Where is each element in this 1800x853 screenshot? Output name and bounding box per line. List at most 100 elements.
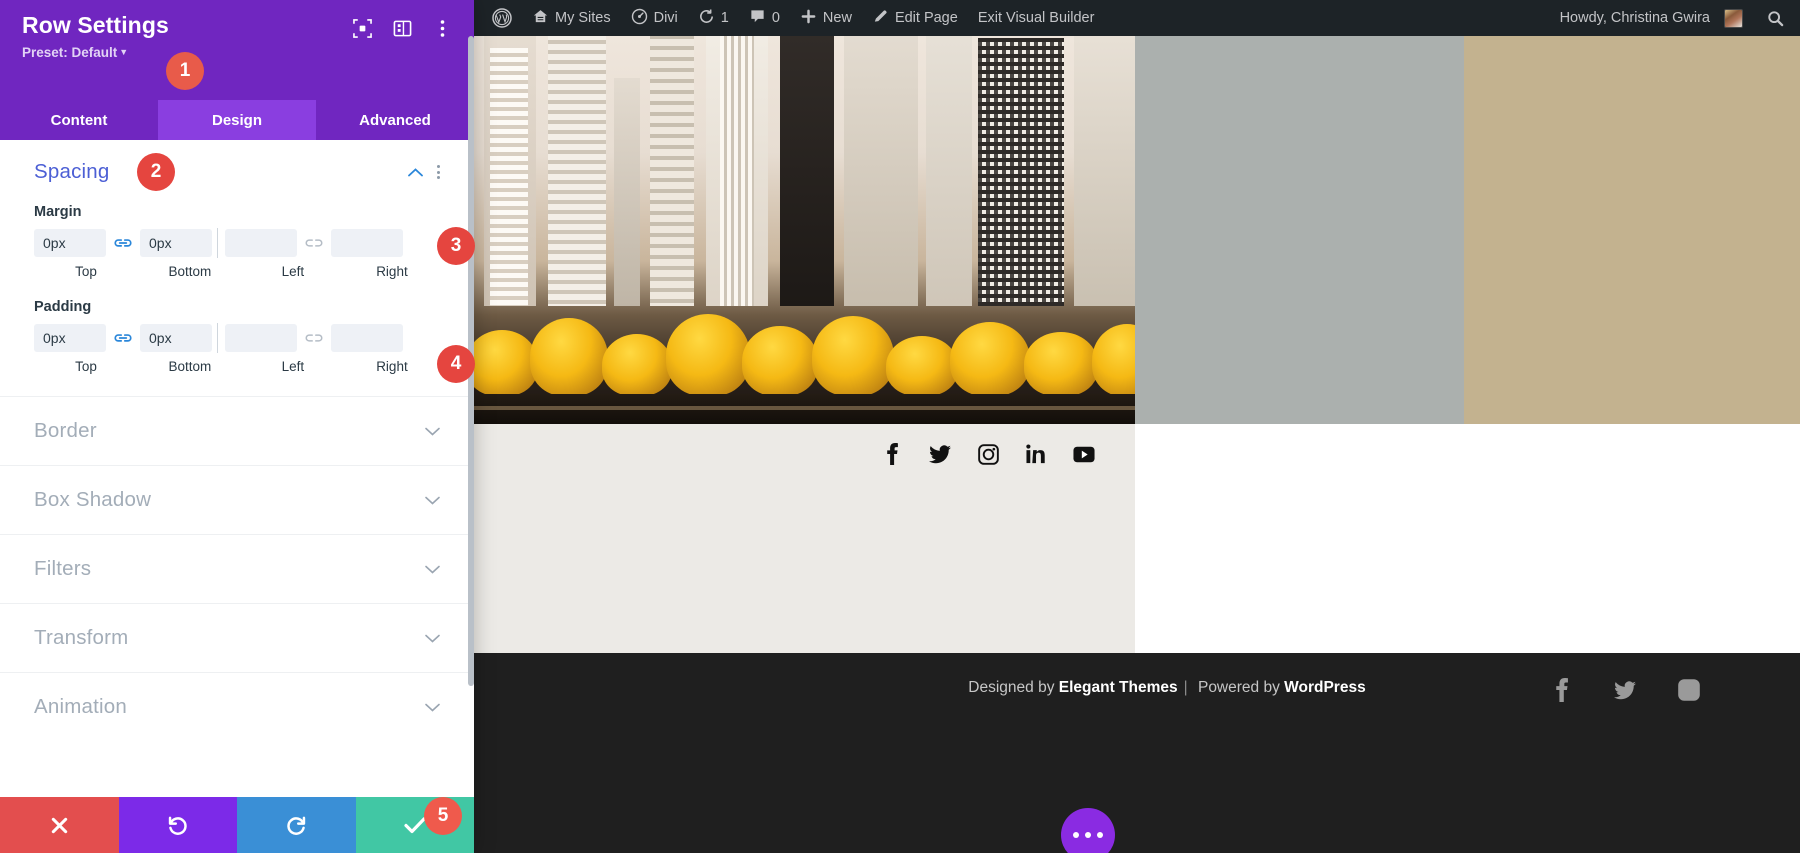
padding-left-input[interactable] <box>225 324 297 352</box>
tab-advanced[interactable]: Advanced <box>316 100 474 140</box>
undo-button[interactable] <box>119 797 238 853</box>
section-filters[interactable]: Filters <box>0 534 474 603</box>
padding-left-label: Left <box>242 359 344 374</box>
field-divider <box>217 228 218 258</box>
twitter-icon[interactable] <box>929 443 951 465</box>
check-icon <box>404 816 426 834</box>
column-tan[interactable] <box>1464 36 1800 424</box>
section-options-icon[interactable] <box>437 165 440 179</box>
margin-right-input[interactable] <box>331 229 403 257</box>
hero-social-follow-row <box>474 424 1135 484</box>
wp-admin-bar: My Sites Divi <box>474 0 1800 36</box>
callout-badge-2: 2 <box>137 153 175 191</box>
avatar <box>1724 9 1743 28</box>
chevron-down-icon <box>425 631 440 646</box>
wordpress-logo-icon[interactable] <box>482 0 522 36</box>
section-animation[interactable]: Animation <box>0 672 474 741</box>
facebook-icon[interactable] <box>1550 679 1572 701</box>
section-box-shadow[interactable]: Box Shadow <box>0 465 474 534</box>
preset-selector[interactable]: Preset: Default▼ <box>22 45 169 60</box>
howdy-label: Howdy, Christina Gwira <box>1560 0 1710 36</box>
section-border[interactable]: Border <box>0 396 474 465</box>
tab-design[interactable]: Design <box>158 100 316 140</box>
plus-icon <box>800 8 817 29</box>
margin-left-input[interactable] <box>225 229 297 257</box>
callout-badge-5: 5 <box>424 797 462 835</box>
padding-bottom-label: Bottom <box>138 359 242 374</box>
admin-bar-comments[interactable]: 0 <box>739 0 790 36</box>
admin-bar-edit-page[interactable]: Edit Page <box>862 0 968 36</box>
divi-menu-fab[interactable] <box>1061 808 1115 853</box>
twitter-icon[interactable] <box>1614 679 1636 701</box>
youtube-icon[interactable] <box>1073 443 1095 465</box>
chevron-up-icon[interactable] <box>408 166 423 179</box>
row-settings-panel: Row Settings Preset: Default▼ <box>0 0 474 853</box>
pencil-icon <box>872 8 889 29</box>
callout-badge-1: 1 <box>166 52 204 90</box>
undo-icon <box>167 815 188 836</box>
site-footer: Designed by Elegant Themes| Powered by W… <box>474 653 1800 853</box>
tab-content[interactable]: Content <box>0 100 158 140</box>
margin-top-input[interactable] <box>34 229 106 257</box>
section-border-label: Border <box>34 419 97 443</box>
powered-by-brand[interactable]: WordPress <box>1284 679 1366 696</box>
updates-count: 1 <box>721 0 729 36</box>
redo-button[interactable] <box>237 797 356 853</box>
margin-top-bottom-link-icon[interactable] <box>106 237 140 250</box>
caret-down-icon: ▼ <box>119 47 128 57</box>
padding-top-bottom-link-icon[interactable] <box>106 332 140 345</box>
margin-left-label: Left <box>242 264 344 279</box>
callout-badge-3: 3 <box>437 227 475 265</box>
comments-count: 0 <box>772 0 780 36</box>
admin-bar-account[interactable]: Howdy, Christina Gwira <box>1550 0 1753 36</box>
panel-body: Spacing Margin <box>0 140 474 797</box>
credit-separator: | <box>1184 679 1188 696</box>
admin-bar-updates[interactable]: 1 <box>688 0 739 36</box>
callout-badge-4: 4 <box>437 345 475 383</box>
facebook-icon[interactable] <box>881 443 903 465</box>
layout-panel-icon[interactable] <box>392 18 412 38</box>
padding-left-right-link-icon[interactable] <box>297 332 331 345</box>
admin-bar-divi[interactable]: Divi <box>621 0 688 36</box>
panel-title: Row Settings <box>22 12 169 40</box>
margin-field-group: Margin <box>34 204 440 279</box>
footer-social-row <box>1550 679 1700 701</box>
margin-left-right-link-icon[interactable] <box>297 237 331 250</box>
section-animation-label: Animation <box>34 695 127 719</box>
padding-top-label: Top <box>34 359 138 374</box>
preset-label: Preset: Default <box>22 45 117 60</box>
padding-right-input[interactable] <box>331 324 403 352</box>
section-transform[interactable]: Transform <box>0 603 474 672</box>
focus-frame-icon[interactable] <box>352 18 372 38</box>
padding-labels: Top Bottom Left Right <box>34 359 440 374</box>
padding-field-group: Padding <box>34 299 440 374</box>
admin-bar-exit-visual-builder[interactable]: Exit Visual Builder <box>968 0 1105 36</box>
cancel-button[interactable] <box>0 797 119 853</box>
instagram-icon[interactable] <box>977 443 999 465</box>
admin-bar-new[interactable]: New <box>790 0 862 36</box>
admin-bar-my-sites[interactable]: My Sites <box>522 0 621 36</box>
hero-row[interactable] <box>474 36 1800 424</box>
chevron-down-icon <box>425 424 440 439</box>
instagram-icon[interactable] <box>1678 679 1700 701</box>
margin-right-label: Right <box>344 264 440 279</box>
field-divider <box>217 323 218 353</box>
panel-footer <box>0 797 474 853</box>
panel-tabs: Content Design Advanced <box>0 100 474 140</box>
page-preview-area: My Sites Divi <box>474 0 1800 853</box>
page-viewport: Designed by Elegant Themes| Powered by W… <box>474 36 1800 853</box>
padding-label: Padding <box>34 299 440 315</box>
search-icon[interactable] <box>1753 0 1800 36</box>
padding-top-input[interactable] <box>34 324 106 352</box>
linkedin-icon[interactable] <box>1025 443 1047 465</box>
designed-by-brand[interactable]: Elegant Themes <box>1059 679 1178 696</box>
margin-bottom-input[interactable] <box>140 229 212 257</box>
column-gray[interactable] <box>1135 36 1464 424</box>
padding-bottom-input[interactable] <box>140 324 212 352</box>
ground-strip <box>474 394 1135 424</box>
powered-by-prefix: Powered by <box>1194 679 1284 696</box>
section-spacing-title[interactable]: Spacing <box>34 160 109 184</box>
panel-scrollbar[interactable] <box>468 0 474 853</box>
more-vertical-icon[interactable] <box>432 18 452 38</box>
foliage <box>474 292 1135 396</box>
